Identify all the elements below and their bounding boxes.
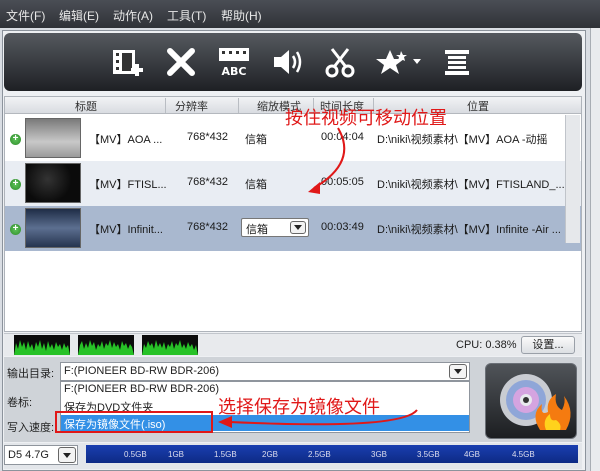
annotation-arrow-icon [218,409,418,428]
audio-meter [78,335,134,355]
video-thumbnail [25,163,81,203]
expand-icon[interactable]: + [10,134,21,145]
chevron-down-icon[interactable] [449,364,467,379]
disc-type-select[interactable]: D5 4.7G [4,445,78,465]
table-row-selected[interactable]: + 【MV】Infinit... 768*432 信箱 00:03:49 D:\… [5,206,581,251]
annotation-arrow-icon [308,127,346,194]
menu-help[interactable]: 帮助(H) [221,7,262,24]
video-thumbnail [25,118,81,158]
toolbar: ABC [4,33,582,91]
chevron-down-icon[interactable] [58,447,76,463]
row-title: 【MV】FTISL... [89,179,167,191]
menu-tools[interactable]: 工具(T) [167,7,206,24]
chapter-list-icon[interactable] [437,43,477,81]
expand-icon[interactable]: + [10,179,21,190]
svg-text:ABC: ABC [222,65,247,78]
table-row[interactable]: + 【MV】FTISL... 768*432 信箱 00:05:05 D:\ni… [5,161,581,206]
row-resolution: 768*432 [187,221,228,233]
output-dir-value: F:(PIONEER BD-RW BDR-206) [64,365,220,377]
list-scrollbar[interactable] [565,115,580,243]
tick-label: 2.5GB [308,450,331,459]
menu-bar: 文件(F) 编辑(E) 动作(A) 工具(T) 帮助(H) [0,0,600,28]
row-title: 【MV】Infinit... [89,224,163,236]
column-location[interactable]: 位置 [467,98,489,114]
subtitle-abc-icon[interactable]: ABC [214,43,254,81]
audio-meter [14,335,70,355]
row-location: D:\niki\视频素材\【MV】AOA -动摇 [377,134,548,146]
row-duration: 00:03:49 [321,221,364,233]
highlight-box [55,411,213,433]
status-bar: CPU: 0.38% 设置... [4,333,582,356]
row-scale: 信箱 [245,134,267,146]
cpu-usage: CPU: 0.38% [456,339,517,351]
tick-label: 3.5GB [417,450,440,459]
scale-select[interactable]: 信箱 [241,218,309,237]
tick-label: 1.5GB [214,450,237,459]
tick-label: 1GB [168,450,185,459]
audio-meter [142,335,198,355]
burn-button[interactable] [485,363,577,439]
capacity-gauge: 0.5GB 1GB 1.5GB 2GB 2.5GB 3GB 3.5GB 4GB … [86,445,578,463]
settings-button[interactable]: 设置... [521,336,575,354]
menu-edit[interactable]: 编辑(E) [59,7,99,24]
disc-type-value: D5 4.7G [8,449,49,461]
column-title[interactable]: 标题 [75,98,97,114]
row-location: D:\niki\视频素材\【MV】Infinite -Air ... [377,224,561,236]
output-dir-select[interactable]: F:(PIONEER BD-RW BDR-206) [60,362,470,381]
tick-label: 4GB [464,450,481,459]
row-resolution: 768*432 [187,131,228,143]
audio-icon[interactable] [268,43,308,81]
menu-file[interactable]: 文件(F) [6,7,45,24]
burn-disc-icon [500,374,571,430]
scale-select-value: 信箱 [246,224,268,236]
row-location: D:\niki\视频素材\【MV】FTISLAND_... [377,179,565,191]
side-panel [590,28,600,471]
add-video-icon[interactable] [108,43,148,81]
tick-label: 2GB [262,450,279,459]
row-resolution: 768*432 [187,176,228,188]
write-speed-label: 写入速度: [7,422,55,434]
chevron-down-icon[interactable] [290,221,306,234]
dropdown-option[interactable]: F:(PIONEER BD-RW BDR-206) [64,383,219,395]
tick-label: 4.5GB [512,450,535,459]
delete-icon[interactable] [161,43,201,81]
effects-star-icon[interactable] [374,43,424,81]
menu-action[interactable]: 动作(A) [113,7,153,24]
edit-scissors-icon[interactable] [320,43,360,81]
output-dir-label: 输出目录: [7,368,55,380]
row-title: 【MV】AOA ... [89,134,163,146]
video-thumbnail [25,208,81,248]
column-resolution[interactable]: 分辨率 [175,98,208,114]
row-scale: 信箱 [245,179,267,191]
expand-icon[interactable]: + [10,224,21,235]
tick-label: 3GB [371,450,388,459]
tick-label: 0.5GB [124,450,147,459]
volume-label: 卷标: [7,397,33,409]
